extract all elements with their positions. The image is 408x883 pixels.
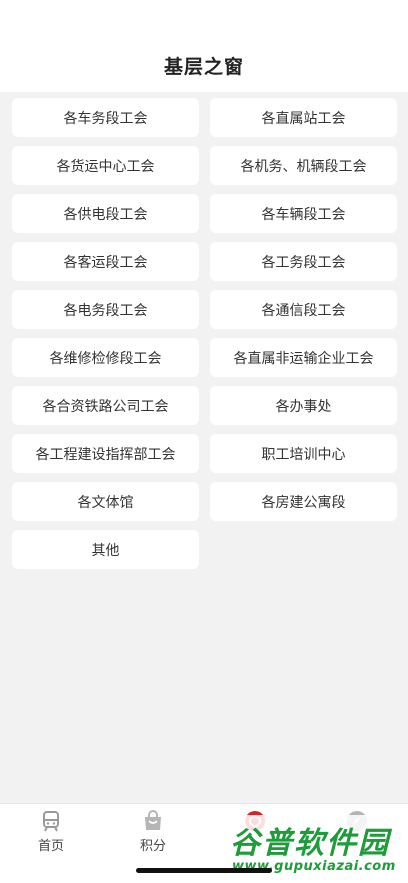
union-item-6[interactable]: 各客运段工会: [12, 242, 199, 281]
tab-home-label: 首页: [37, 839, 64, 854]
union-item-9[interactable]: 各通信段工会: [210, 290, 397, 329]
tab-points[interactable]: 积分: [102, 804, 204, 864]
union-grid: 各车务段工会 各直属站工会 各货运中心工会 各机务、机辆段工会 各供电段工会 各…: [12, 98, 397, 569]
union-item-15[interactable]: 职工培训中心: [210, 434, 397, 473]
union-item-17[interactable]: 各房建公寓段: [210, 482, 397, 521]
union-item-10[interactable]: 各维修检修段工会: [12, 338, 199, 377]
union-item-11[interactable]: 各直属非运输企业工会: [210, 338, 397, 377]
watermark-title: 谷普软件园: [230, 826, 390, 861]
union-item-0[interactable]: 各车务段工会: [12, 98, 199, 137]
union-item-12[interactable]: 各合资铁路公司工会: [12, 386, 199, 425]
union-item-1[interactable]: 各直属站工会: [210, 98, 397, 137]
home-indicator: [136, 868, 272, 873]
train-icon: [43, 811, 59, 832]
union-item-13[interactable]: 各办事处: [210, 386, 397, 425]
union-item-3[interactable]: 各机务、机辆段工会: [210, 146, 397, 185]
header-bar: 基层之窗: [0, 0, 408, 92]
union-item-7[interactable]: 各工务段工会: [210, 242, 397, 281]
tab-home[interactable]: 首页: [0, 804, 102, 864]
union-item-8[interactable]: 各电务段工会: [12, 290, 199, 329]
bag-icon: [145, 810, 161, 830]
union-item-18[interactable]: 其他: [12, 530, 199, 569]
union-item-5[interactable]: 各车辆段工会: [210, 194, 397, 233]
page-title: 基层之窗: [163, 56, 244, 78]
union-item-4[interactable]: 各供电段工会: [12, 194, 199, 233]
union-item-14[interactable]: 各工程建设指挥部工会: [12, 434, 199, 473]
union-item-2[interactable]: 各货运中心工会: [12, 146, 199, 185]
union-item-16[interactable]: 各文体馆: [12, 482, 199, 521]
tab-points-label: 积分: [139, 839, 166, 854]
